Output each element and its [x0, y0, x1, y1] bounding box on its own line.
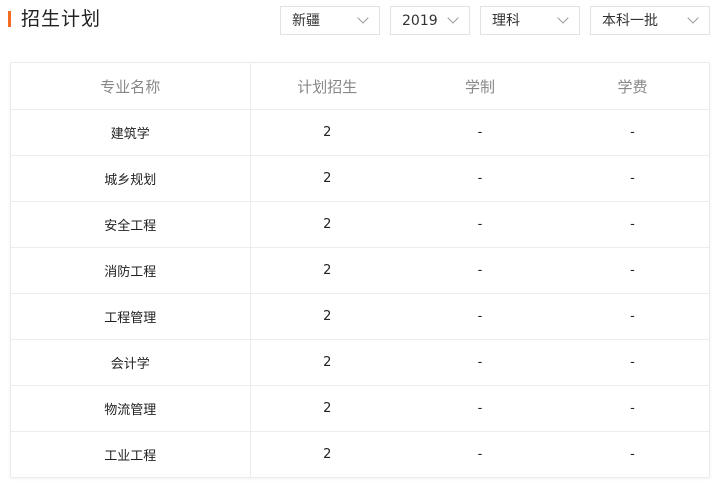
table-row: 会计学 2 - -: [11, 339, 709, 386]
chevron-down-icon: [357, 12, 369, 24]
tuition-cell: -: [556, 247, 709, 294]
section-header: 招生计划 新疆 2019 理科 本科一批: [0, 0, 720, 40]
enrollment-plan-table: 专业名称 计划招生 学制 学费 建筑学 2 - - 城乡规划 2 - - 安全工…: [10, 62, 710, 478]
duration-cell: -: [404, 155, 556, 202]
table-row: 安全工程 2 - -: [11, 201, 709, 248]
table-row: 工程管理 2 - -: [11, 293, 709, 340]
chevron-down-icon: [447, 12, 459, 24]
table-row: 消防工程 2 - -: [11, 247, 709, 294]
tuition-cell: -: [630, 447, 635, 462]
table-row: 工业工程 2 - -: [11, 431, 709, 477]
major-cell: 会计学: [11, 339, 251, 386]
batch-select-value: 本科一批: [602, 13, 658, 29]
province-select[interactable]: 新疆: [280, 6, 380, 35]
plan-cell: 2: [250, 293, 404, 340]
major-cell: 工业工程: [11, 431, 251, 477]
year-select-value: 2019: [402, 13, 438, 29]
year-select[interactable]: 2019: [390, 6, 470, 35]
tuition-cell: -: [556, 155, 709, 202]
batch-select[interactable]: 本科一批: [590, 6, 710, 35]
table-row: 物流管理 2 - -: [11, 385, 709, 432]
duration-cell: -: [404, 385, 556, 432]
tuition-cell: -: [556, 385, 709, 432]
major-cell: 安全工程: [11, 201, 251, 248]
table-header-row: 专业名称 计划招生 学制 学费: [11, 63, 709, 110]
duration-cell: -: [477, 447, 483, 462]
column-header-tuition: 学费: [556, 63, 709, 110]
page-title: 招生计划: [21, 8, 102, 30]
plan-cell: 2: [250, 109, 404, 156]
table-row: 建筑学 2 - -: [11, 109, 709, 156]
category-select[interactable]: 理科: [480, 6, 580, 35]
column-header-major: 专业名称: [11, 63, 251, 110]
title-accent-bar: [8, 11, 11, 27]
duration-cell: -: [404, 339, 556, 386]
major-cell: 消防工程: [11, 247, 251, 294]
tuition-cell: -: [556, 109, 709, 156]
major-cell: 城乡规划: [11, 155, 251, 202]
table-row: 城乡规划 2 - -: [11, 155, 709, 202]
tuition-cell: -: [556, 339, 709, 386]
plan-cell: 2: [250, 339, 404, 386]
duration-cell: -: [404, 109, 556, 156]
province-select-value: 新疆: [292, 13, 320, 29]
duration-cell: -: [404, 201, 556, 248]
major-cell: 物流管理: [11, 385, 251, 432]
chevron-down-icon: [557, 12, 569, 24]
column-header-duration: 学制: [404, 63, 556, 110]
category-select-value: 理科: [492, 13, 520, 29]
plan-cell: 2: [250, 201, 404, 248]
duration-cell: -: [404, 247, 556, 294]
major-cell: 工程管理: [11, 293, 251, 340]
plan-cell: 2: [250, 155, 404, 202]
major-cell: 建筑学: [11, 109, 251, 156]
plan-cell: 2: [323, 447, 332, 462]
chevron-down-icon: [687, 12, 699, 24]
plan-cell: 2: [250, 385, 404, 432]
duration-cell: -: [404, 293, 556, 340]
column-header-plan: 计划招生: [250, 63, 404, 110]
tuition-cell: -: [556, 293, 709, 340]
plan-cell: 2: [250, 247, 404, 294]
tuition-cell: -: [556, 201, 709, 248]
